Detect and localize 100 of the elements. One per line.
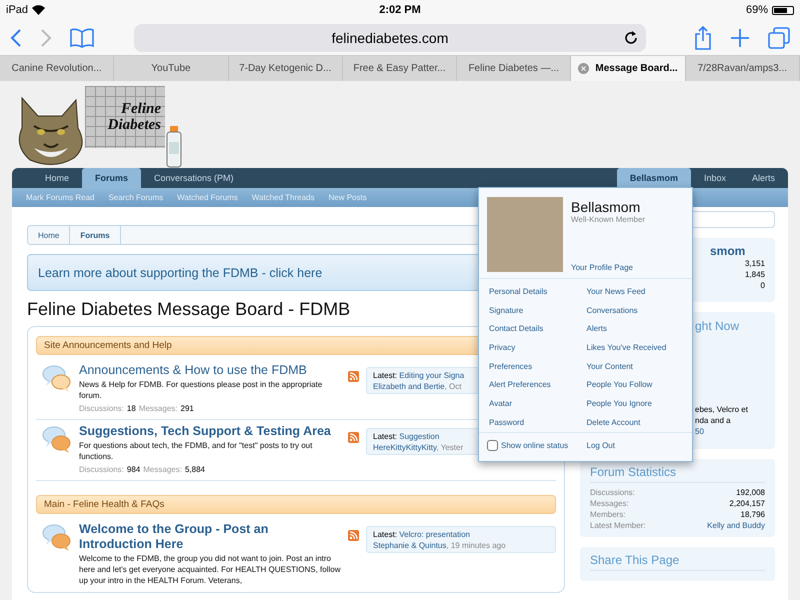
- menu-link[interactable]: Signature: [489, 300, 586, 320]
- forum-title-link[interactable]: Announcements & How to use the FDMB: [79, 363, 341, 378]
- menu-link[interactable]: Avatar: [489, 394, 586, 413]
- forum-description: News & Help for FDMB. For questions please post in the appropriate forum.: [79, 379, 324, 401]
- stat-label: Messages:: [590, 498, 629, 509]
- forum-description: For questions about tech, the FDMB, and for "test" posts to try out functions.: [79, 440, 314, 462]
- menu-link[interactable]: Alert Preferences: [489, 375, 586, 394]
- plus-icon[interactable]: [730, 28, 750, 48]
- stat-label: Discussions:: [79, 404, 124, 413]
- battery-icon: [772, 6, 794, 14]
- nav-tab[interactable]: Conversations (PM): [141, 168, 247, 188]
- member-link[interactable]: Kelly and Buddy: [707, 520, 765, 531]
- share-icon[interactable]: [694, 26, 712, 50]
- forum-title-link[interactable]: Suggestions, Tech Support & Testing Area: [79, 424, 341, 439]
- category-header[interactable]: Main - Feline Health & FAQs: [36, 495, 556, 514]
- browser-tab[interactable]: 7-Day Ketogenic D...: [228, 56, 343, 81]
- profile-stat-value: 0: [760, 280, 765, 291]
- vial-icon: [165, 126, 183, 168]
- post-time: , Yester: [436, 443, 464, 452]
- user-link[interactable]: HereKittyKittyKitty: [373, 443, 436, 452]
- menu-link[interactable]: Your Content: [586, 356, 684, 376]
- close-icon[interactable]: [578, 63, 590, 74]
- checkbox-label[interactable]: Show online status: [501, 441, 568, 450]
- menu-link[interactable]: Delete Account: [586, 412, 684, 432]
- device-name: iPad: [6, 4, 28, 16]
- rss-icon[interactable]: [348, 371, 359, 382]
- thread-link[interactable]: Velcro: presentation: [399, 530, 470, 539]
- stat-label: Messages:: [143, 465, 182, 474]
- breadcrumb-link[interactable]: Forums: [70, 226, 121, 244]
- member-count: 50: [695, 426, 705, 437]
- logout-link[interactable]: Log Out: [586, 436, 684, 455]
- checkbox[interactable]: [487, 440, 498, 452]
- stat-label: Discussions:: [79, 465, 124, 474]
- forum-title-link[interactable]: Welcome to the Group - Post an Introduction Here: [79, 522, 341, 552]
- stat-value: 5,884: [184, 465, 205, 474]
- speech-bubbles-icon: [42, 424, 72, 454]
- menu-link[interactable]: People You Follow: [586, 375, 684, 394]
- menu-link[interactable]: Alerts: [586, 319, 684, 338]
- menu-link[interactable]: People You Ignore: [586, 394, 684, 413]
- stat-value: 18,796: [740, 509, 765, 520]
- stat-value: 2,204,157: [729, 498, 765, 509]
- stat-value: 18: [126, 404, 136, 413]
- user-title: Well-Known Member: [571, 215, 646, 224]
- panel-heading: ght Now: [695, 318, 740, 334]
- forum-description: Welcome to the FDMB, the group you did not want to join. Post an intro here and let's get everyone acquainted. For HEALTH QUESTIONS, follow up your intro in the HEALTH Forum. Veterans,: [79, 553, 341, 586]
- clock-time: 2:02 PM: [379, 4, 421, 16]
- nav-tab[interactable]: Alerts: [738, 168, 788, 188]
- post-time: , Oct: [444, 382, 462, 391]
- battery-percent: 69%: [746, 4, 768, 16]
- member-names: ebes, Velcro et: [695, 404, 749, 415]
- latest-label: Latest:: [373, 530, 398, 539]
- stat-label: Discussions:: [590, 487, 635, 498]
- browser-tab[interactable]: YouTube: [114, 56, 229, 81]
- member-names: nda and a: [695, 415, 732, 426]
- logo-text: Feline: [121, 101, 161, 117]
- profile-name[interactable]: smom: [710, 244, 746, 258]
- reload-icon[interactable]: [624, 30, 638, 44]
- profile-stat-value: 3,151: [744, 258, 765, 269]
- nav-tab[interactable]: Bellasmom: [616, 168, 691, 188]
- browser-tab[interactable]: Free & Easy Patter...: [342, 56, 458, 81]
- rss-icon[interactable]: [348, 530, 359, 541]
- browser-tab[interactable]: 7/28Ravan/amps3...: [686, 56, 800, 81]
- stat-label: Members:: [590, 509, 626, 520]
- book-icon[interactable]: [70, 28, 94, 48]
- profile-link[interactable]: Your Profile Page: [571, 263, 646, 272]
- user-link[interactable]: Elizabeth and Bertie: [373, 382, 445, 391]
- menu-link[interactable]: Conversations: [586, 300, 684, 320]
- tabs-icon[interactable]: [768, 26, 790, 48]
- user-name: Bellasmom: [571, 199, 642, 215]
- nav-tab[interactable]: Home: [32, 168, 82, 188]
- user-link[interactable]: Stephanie & Quintus: [373, 541, 446, 550]
- browser-tab[interactable]: Message Board...: [571, 56, 686, 81]
- panel-heading: Share This Page: [590, 553, 765, 571]
- stat-label: Messages:: [138, 404, 178, 413]
- menu-link[interactable]: Likes You've Received: [586, 338, 684, 357]
- latest-label: Latest:: [373, 432, 398, 441]
- stat-value: 984: [126, 465, 140, 474]
- wifi-icon: [32, 5, 46, 15]
- speech-bubbles-icon: [42, 522, 72, 552]
- menu-link[interactable]: Preferences: [489, 356, 586, 376]
- rss-icon[interactable]: [348, 432, 359, 443]
- breadcrumb-link[interactable]: Home: [28, 226, 70, 244]
- thread-link[interactable]: Editing your Signa: [399, 371, 464, 380]
- nav-tab[interactable]: Forums: [82, 168, 142, 188]
- stat-value: 192,008: [736, 487, 765, 498]
- menu-link[interactable]: Password: [489, 412, 586, 432]
- panel-heading: Forum Statistics: [590, 465, 765, 483]
- menu-link[interactable]: Contact Details: [489, 319, 586, 338]
- address-field[interactable]: felinediabetes.com: [134, 24, 646, 52]
- page-title: Feline Diabetes Message Board - FDMB: [27, 299, 350, 320]
- nav-tab[interactable]: Inbox: [690, 168, 739, 188]
- logo-text: Diabetes: [108, 117, 161, 133]
- profile-stat-value: 1,845: [744, 269, 765, 280]
- stat-value: 291: [180, 404, 194, 413]
- post-time: , 19 minutes ago: [446, 541, 506, 550]
- thread-link[interactable]: Suggestion: [399, 432, 440, 441]
- latest-label: Latest:: [373, 371, 398, 380]
- browser-tab[interactable]: Canine Revolution...: [0, 56, 114, 81]
- menu-link[interactable]: Your News Feed: [586, 282, 684, 301]
- back-icon[interactable]: [10, 28, 22, 48]
